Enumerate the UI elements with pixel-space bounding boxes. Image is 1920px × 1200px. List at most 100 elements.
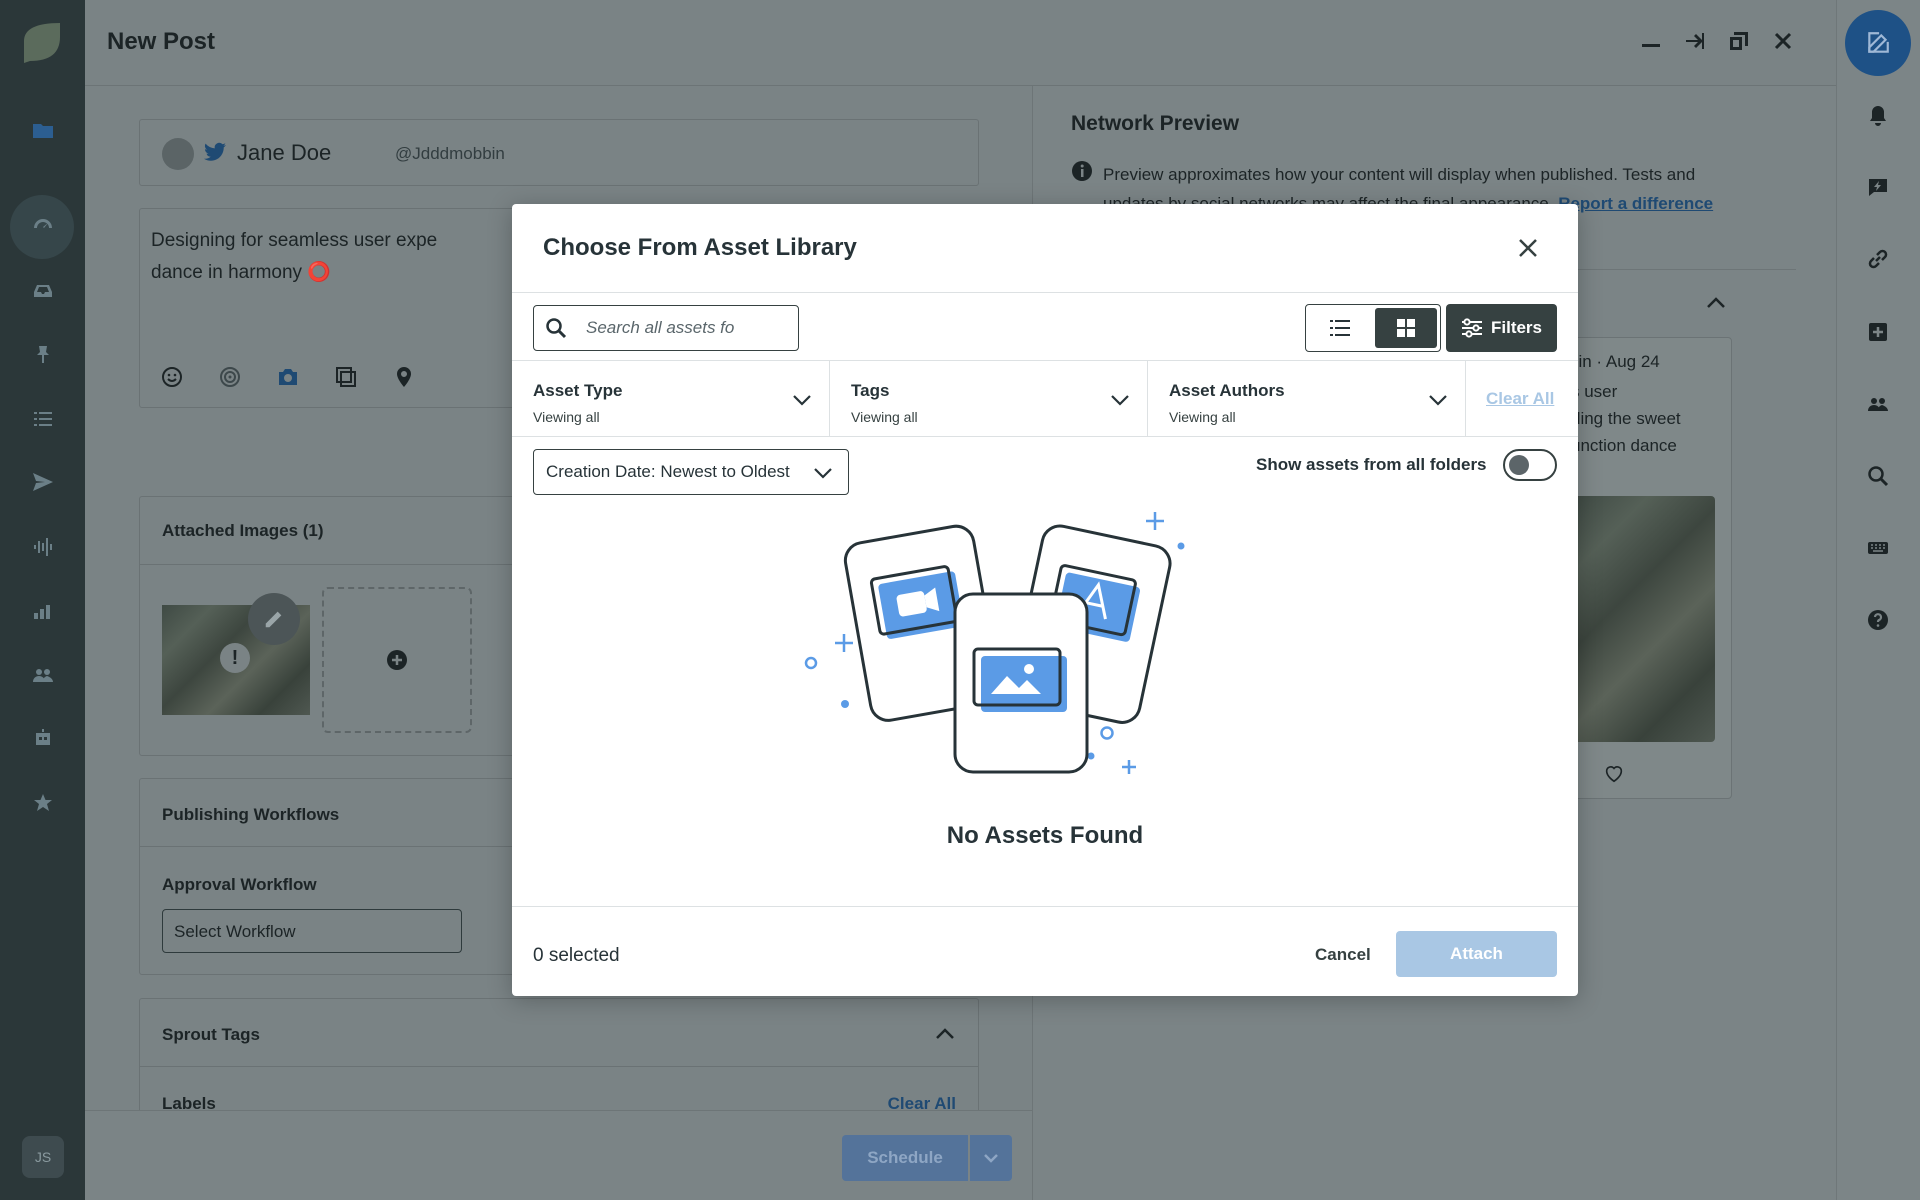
asset-authors-filter[interactable]: Asset Authors Viewing all bbox=[1148, 361, 1466, 437]
chevron-up-icon[interactable] bbox=[1705, 292, 1727, 314]
sort-label: Creation Date: Newest to Oldest bbox=[546, 462, 790, 481]
modal-close-button[interactable] bbox=[1514, 234, 1542, 262]
tags-filter[interactable]: Tags Viewing all bbox=[830, 361, 1148, 437]
nav-inbox-icon[interactable] bbox=[22, 270, 64, 312]
compose-button[interactable] bbox=[1845, 10, 1911, 76]
preview-card-meta: bin · Aug 24 bbox=[1569, 352, 1660, 371]
chevron-up-icon[interactable] bbox=[934, 1023, 956, 1045]
nav-pin-icon[interactable] bbox=[22, 334, 64, 376]
sprout-tags-panel: Sprout Tags Labels Clear All bbox=[139, 998, 979, 1122]
search-icon[interactable] bbox=[1864, 462, 1892, 490]
attach-button[interactable]: Attach bbox=[1396, 931, 1557, 977]
filter-sub: Viewing all bbox=[851, 409, 918, 425]
asset-type-filter[interactable]: Asset Type Viewing all bbox=[512, 361, 830, 437]
left-navigation: JS bbox=[0, 0, 85, 1200]
profile-avatar bbox=[162, 138, 194, 170]
twitter-icon bbox=[204, 142, 226, 167]
nav-people-icon[interactable] bbox=[22, 654, 64, 696]
select-workflow-text: Select Workflow bbox=[174, 922, 296, 941]
page-title: New Post bbox=[107, 28, 216, 55]
report-difference-link[interactable]: Report a difference bbox=[1558, 194, 1713, 213]
collapse-right-icon[interactable] bbox=[1682, 28, 1708, 54]
team-icon[interactable] bbox=[1864, 390, 1892, 418]
nav-bot-icon[interactable] bbox=[22, 718, 64, 760]
cancel-button[interactable]: Cancel bbox=[1315, 945, 1371, 965]
help-icon[interactable] bbox=[1864, 606, 1892, 634]
sprout-tags-header[interactable]: Sprout Tags bbox=[140, 999, 978, 1067]
sprout-logo-icon[interactable] bbox=[22, 21, 62, 65]
preview-note-line-1: Preview approximates how your content wi… bbox=[1103, 165, 1696, 184]
editor-toolbar bbox=[160, 365, 416, 394]
nav-folder-icon[interactable] bbox=[22, 110, 64, 152]
activity-icon[interactable] bbox=[1864, 173, 1892, 201]
show-all-folders-toggle[interactable] bbox=[1503, 449, 1557, 481]
camera-icon[interactable] bbox=[276, 365, 300, 394]
list-icon bbox=[1330, 320, 1351, 336]
filter-label: Tags bbox=[851, 381, 890, 400]
profile-name: Jane Doe bbox=[237, 140, 332, 165]
nav-reports-icon[interactable] bbox=[22, 590, 64, 632]
user-avatar[interactable]: JS bbox=[22, 1136, 64, 1178]
link-icon[interactable] bbox=[1864, 245, 1892, 273]
preview-card-image bbox=[1571, 496, 1715, 742]
compose-header: New Post bbox=[85, 0, 1836, 86]
schedule-button[interactable]: Schedule bbox=[842, 1135, 968, 1181]
chevron-down-icon bbox=[1111, 395, 1129, 406]
selected-count: 0 selected bbox=[533, 945, 620, 966]
nav-listening-icon[interactable] bbox=[22, 526, 64, 568]
location-icon[interactable] bbox=[392, 365, 416, 394]
search-input[interactable] bbox=[586, 318, 786, 338]
edit-image-icon[interactable] bbox=[248, 593, 300, 645]
preview-card-line-3: unction dance bbox=[1571, 436, 1677, 455]
add-image-dropzone[interactable] bbox=[322, 587, 472, 733]
target-icon[interactable] bbox=[218, 365, 242, 394]
schedule-options-button[interactable] bbox=[970, 1135, 1012, 1181]
nav-dashboard-icon[interactable] bbox=[22, 206, 64, 248]
popout-icon[interactable] bbox=[1726, 28, 1752, 54]
filter-sub: Viewing all bbox=[1169, 409, 1236, 425]
chevron-down-icon bbox=[814, 468, 832, 479]
view-toggle bbox=[1305, 304, 1441, 352]
notifications-icon[interactable] bbox=[1864, 102, 1892, 130]
minimize-icon[interactable] bbox=[1638, 28, 1664, 54]
modal-title: Choose From Asset Library bbox=[543, 234, 857, 261]
filters-label: Filters bbox=[1490, 318, 1543, 337]
preview-card-line-1: s user bbox=[1571, 382, 1618, 401]
nav-list-icon[interactable] bbox=[22, 398, 64, 440]
heart-icon[interactable] bbox=[1603, 762, 1625, 784]
add-icon[interactable] bbox=[1864, 318, 1892, 346]
show-all-folders-label: Show assets from all folders bbox=[1256, 455, 1487, 474]
network-preview-title: Network Preview bbox=[1071, 112, 1240, 135]
select-workflow-dropdown[interactable]: Select Workflow bbox=[162, 909, 462, 953]
nav-send-icon[interactable] bbox=[22, 462, 64, 504]
keyboard-icon[interactable] bbox=[1864, 534, 1892, 562]
info-icon bbox=[1072, 161, 1092, 181]
grid-icon bbox=[1396, 319, 1415, 337]
toggle-knob bbox=[1509, 455, 1529, 475]
gallery-icon[interactable] bbox=[334, 365, 358, 394]
sort-dropdown[interactable]: Creation Date: Newest to Oldest bbox=[533, 449, 849, 495]
close-window-icon[interactable] bbox=[1770, 28, 1796, 54]
empty-state-message: No Assets Found bbox=[946, 822, 1144, 849]
sprout-tags-label: Sprout Tags bbox=[162, 1025, 260, 1044]
clear-all-link[interactable]: Clear All bbox=[1486, 389, 1554, 409]
filter-row: Asset Type Viewing all Tags Viewing all … bbox=[512, 360, 1578, 437]
list-view-button[interactable] bbox=[1309, 308, 1372, 348]
compose-page: New Post Jane Doe @Jdddmobbin Designing … bbox=[85, 0, 1836, 1200]
profile-handle: @Jdddmobbin bbox=[395, 144, 505, 163]
compose-icon bbox=[1868, 32, 1889, 53]
message-line-1: Designing for seamless user expe bbox=[151, 230, 438, 251]
close-icon bbox=[1519, 239, 1537, 257]
grid-view-button[interactable] bbox=[1374, 308, 1437, 348]
warning-icon: ! bbox=[220, 643, 250, 673]
filters-button[interactable]: Filters bbox=[1446, 304, 1557, 352]
filter-label: Asset Authors bbox=[1169, 381, 1285, 400]
nav-star-icon[interactable] bbox=[22, 782, 64, 824]
message-text[interactable]: Designing for seamless user expe dance i… bbox=[151, 225, 437, 289]
window-controls bbox=[1638, 28, 1796, 54]
emoji-icon[interactable] bbox=[160, 365, 184, 394]
right-rail bbox=[1836, 0, 1920, 1200]
publishing-workflows-label: Publishing Workflows bbox=[162, 805, 340, 824]
profile-selector[interactable]: Jane Doe @Jdddmobbin bbox=[139, 119, 979, 186]
filter-sub: Viewing all bbox=[533, 409, 600, 425]
